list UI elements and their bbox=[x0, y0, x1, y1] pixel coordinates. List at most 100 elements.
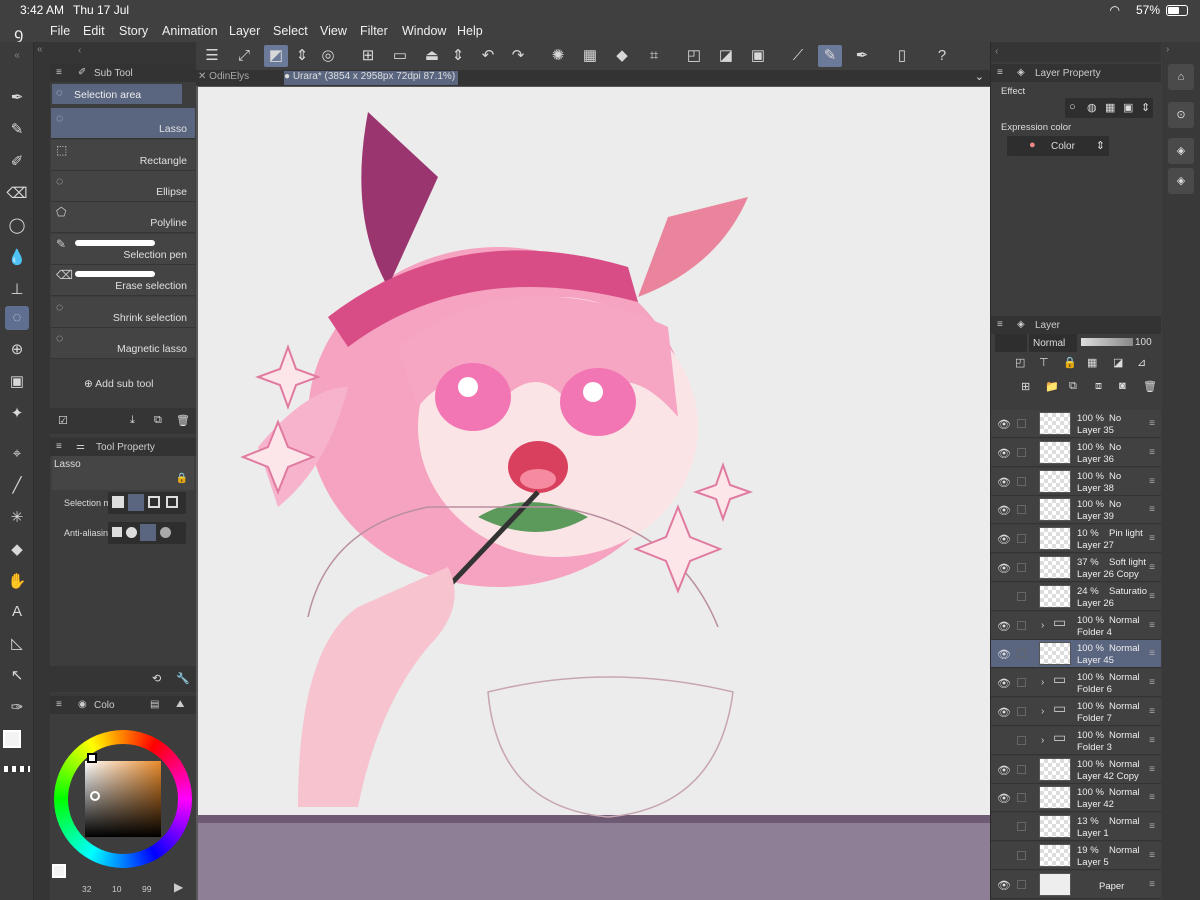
layer-menu-icon[interactable]: ≡ bbox=[1149, 648, 1155, 659]
collapse-icon[interactable]: « bbox=[37, 44, 43, 55]
layer-lock-checkbox[interactable] bbox=[1017, 822, 1026, 832]
spinner-icon[interactable]: ✺ bbox=[546, 45, 570, 67]
redo-icon[interactable]: ↷ bbox=[506, 45, 530, 67]
combine-icon[interactable]: ⧈ bbox=[1095, 380, 1102, 393]
magic-wand-icon[interactable]: ✳ bbox=[5, 506, 29, 530]
frame-icon[interactable]: ◺ bbox=[5, 632, 29, 656]
color-picker-handle[interactable] bbox=[90, 791, 100, 801]
layer-lock-checkbox[interactable] bbox=[1017, 707, 1026, 716]
visibility-eye-icon[interactable]: 👁 bbox=[997, 792, 1011, 805]
layer-menu-icon[interactable]: ≡ bbox=[1149, 476, 1155, 487]
new-folder-icon[interactable]: 📁 bbox=[1045, 380, 1059, 393]
layer-row[interactable]: 👁 100 % No Layer 38 ≡ bbox=[991, 467, 1161, 496]
lasso-icon[interactable]: ◌ bbox=[5, 306, 29, 330]
aa-none-icon[interactable] bbox=[112, 527, 122, 537]
layer-folder-row[interactable]: 👁 › ▭ 100 % Normal Folder 4 ≡ bbox=[991, 611, 1161, 640]
layer-lock-checkbox[interactable] bbox=[1017, 678, 1026, 688]
layer-row[interactable]: 19 % Normal Layer 5 ≡ bbox=[991, 842, 1161, 870]
navigator-icon[interactable]: ⌂ bbox=[1168, 64, 1194, 90]
mountain-tab-icon[interactable]: ⛰ bbox=[176, 699, 184, 710]
subtool-selection-pen[interactable]: ✎ Selection pen bbox=[51, 234, 195, 265]
pencil-icon[interactable]: ✎ bbox=[5, 118, 29, 142]
layer-lock-checkbox[interactable] bbox=[1017, 563, 1026, 572]
transform-icon[interactable]: ◩ bbox=[264, 45, 288, 67]
close-icon[interactable]: ✕ bbox=[198, 71, 209, 82]
help-icon[interactable]: ? bbox=[930, 45, 954, 67]
lasso-fill-icon[interactable]: ◯ bbox=[5, 214, 29, 238]
line-icon[interactable]: ╱ bbox=[5, 474, 29, 498]
layer-menu-icon[interactable]: ≡ bbox=[1149, 850, 1155, 861]
visibility-eye-icon[interactable]: 👁 bbox=[997, 706, 1011, 719]
collapse-icon[interactable]: › bbox=[1166, 44, 1169, 55]
pen-icon[interactable]: ✒ bbox=[5, 86, 29, 110]
layer-menu-icon[interactable]: ≡ bbox=[1149, 591, 1155, 602]
chevron-updown-icon[interactable]: ⇕ bbox=[290, 45, 314, 67]
chevron-left-icon[interactable]: ‹ bbox=[78, 45, 81, 56]
layer-menu-icon[interactable]: ≡ bbox=[1149, 706, 1155, 717]
layer-lock-checkbox[interactable] bbox=[1017, 879, 1026, 889]
layer-row[interactable]: 👁 100 % Normal Layer 42 Copy ≡ bbox=[991, 755, 1161, 784]
folder-expand-icon[interactable]: › bbox=[1041, 735, 1044, 746]
menu-help[interactable]: Help bbox=[457, 24, 483, 38]
chevron-updown-icon[interactable]: ⇕ bbox=[446, 45, 470, 67]
gradient-icon[interactable]: ▣ bbox=[5, 370, 29, 394]
layer-menu-icon[interactable]: ≡ bbox=[1149, 620, 1155, 631]
layer-color-effect-icon[interactable]: ▣ bbox=[1123, 101, 1133, 114]
color-wheel-tab-icon[interactable]: ◉ bbox=[78, 699, 87, 710]
visibility-eye-icon[interactable]: 👁 bbox=[997, 879, 1011, 892]
mosaic-effect-icon[interactable]: ▦ bbox=[1105, 101, 1115, 114]
app-logo-icon[interactable]: ꝯ bbox=[14, 22, 23, 44]
layer-menu-icon[interactable]: ≡ bbox=[1149, 764, 1155, 775]
layer-lock-checkbox[interactable] bbox=[1017, 793, 1026, 803]
add-selection-icon[interactable] bbox=[128, 494, 144, 511]
layer-row[interactable]: 👁 100 % No Layer 36 ≡ bbox=[991, 438, 1161, 467]
add-subtool-button[interactable]: ⊕ Add sub tool bbox=[84, 378, 154, 390]
intersect-selection-icon[interactable] bbox=[166, 496, 178, 508]
menu-view[interactable]: View bbox=[320, 24, 347, 38]
anti-aliasing-buttons[interactable] bbox=[108, 522, 186, 544]
reset-icon[interactable]: ⟲ bbox=[152, 672, 161, 685]
layer-lock-checkbox[interactable] bbox=[1017, 735, 1026, 745]
layer-menu-icon[interactable]: ≡ bbox=[1149, 821, 1155, 832]
trash-icon[interactable]: 🗑 bbox=[176, 414, 190, 427]
reference-layer-icon[interactable]: ⊤ bbox=[1039, 356, 1049, 369]
visibility-eye-icon[interactable]: 👁 bbox=[997, 620, 1011, 633]
reference-icon[interactable]: ◎ bbox=[316, 45, 340, 67]
layer-menu-icon[interactable]: ≡ bbox=[1149, 418, 1155, 429]
lock-icon[interactable]: 🔒 bbox=[176, 473, 188, 484]
device-icon[interactable]: ▯ bbox=[890, 45, 914, 67]
subtool-lasso[interactable]: ◌ Lasso bbox=[51, 108, 195, 139]
layer-row[interactable]: 👁 Paper ≡ bbox=[991, 870, 1161, 899]
aa-medium-icon[interactable] bbox=[140, 524, 156, 541]
menu-file[interactable]: File bbox=[50, 24, 70, 38]
visibility-eye-icon[interactable]: 👁 bbox=[997, 447, 1011, 460]
hue-ring[interactable] bbox=[54, 730, 192, 868]
menu-icon[interactable]: ≡ bbox=[997, 319, 1003, 330]
tone-effect-icon[interactable]: ◍ bbox=[1087, 101, 1097, 114]
lock-transparency-icon[interactable]: ▦ bbox=[1087, 356, 1097, 369]
collapse-icon[interactable]: « bbox=[5, 44, 29, 68]
search-icon[interactable]: ⊙ bbox=[1168, 102, 1194, 128]
trash-icon[interactable]: 🗑 bbox=[1143, 380, 1157, 393]
ruler-icon[interactable]: ⊿ bbox=[1137, 356, 1146, 369]
folder-expand-icon[interactable]: › bbox=[1041, 620, 1044, 631]
layer-mask-icon[interactable]: ◰ bbox=[682, 45, 706, 67]
layer-folder-row[interactable]: › ▭ 100 % Normal Folder 3 ≡ bbox=[991, 726, 1161, 755]
expression-color-select[interactable]: ● Color ⇕ bbox=[1007, 136, 1109, 156]
resize-icon[interactable]: ⤢ bbox=[232, 45, 256, 67]
hamburger-icon[interactable]: ☰ bbox=[200, 45, 224, 67]
border-effect-icon[interactable]: ○ bbox=[1069, 101, 1076, 113]
clear-selection-icon[interactable]: ▦ bbox=[578, 45, 602, 67]
brush-icon[interactable]: ✎ bbox=[818, 45, 842, 67]
visibility-eye-icon[interactable]: 👁 bbox=[997, 648, 1011, 661]
transparent-swatch[interactable] bbox=[4, 766, 30, 772]
layer-lock-checkbox[interactable] bbox=[1017, 447, 1026, 457]
layer-mask-icon[interactable]: ◪ bbox=[714, 45, 738, 67]
subtool-rectangle[interactable]: ⬚ Rectangle bbox=[51, 140, 195, 171]
visibility-eye-icon[interactable]: 👁 bbox=[997, 418, 1011, 431]
settings-icon[interactable]: ☑ bbox=[58, 414, 68, 427]
blend-icon[interactable]: 💧 bbox=[5, 246, 29, 270]
new-selection-icon[interactable] bbox=[112, 496, 124, 508]
layer-lock-checkbox[interactable] bbox=[1017, 505, 1026, 515]
layer-menu-icon[interactable]: ≡ bbox=[1149, 562, 1155, 573]
